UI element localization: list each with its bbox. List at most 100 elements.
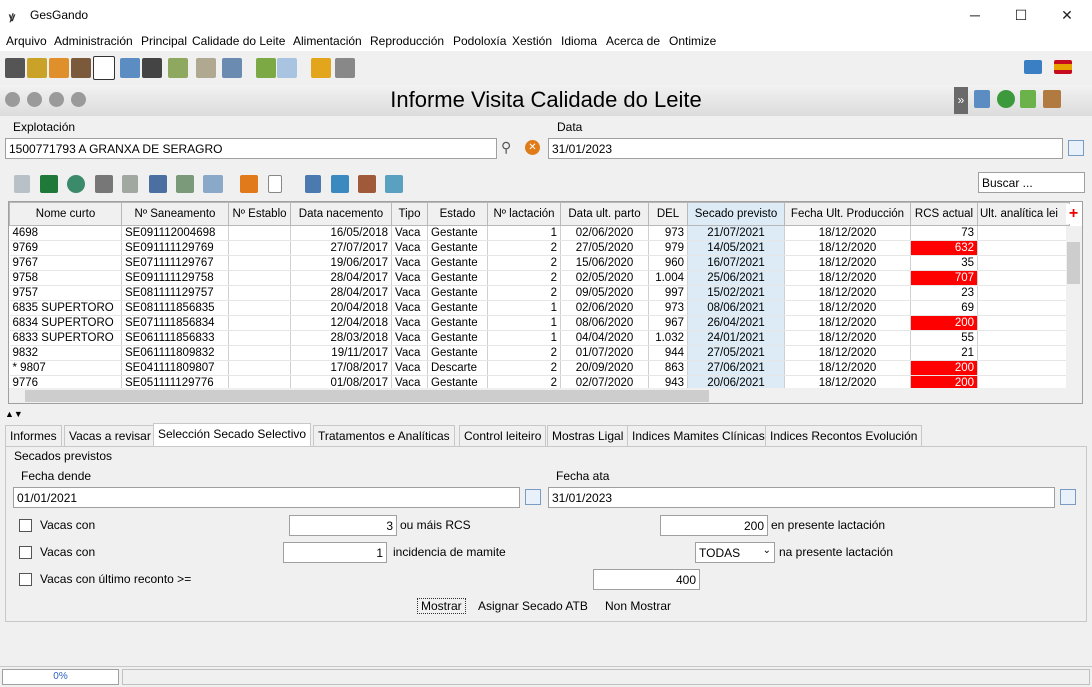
syringe-icon[interactable] <box>71 58 91 78</box>
add-document-icon[interactable] <box>122 175 138 193</box>
table-cell[interactable]: 01/07/2020 <box>560 345 649 361</box>
col-fecha-ult-produccion[interactable]: Fecha Ult. Producción <box>784 202 911 226</box>
cows-group-icon[interactable] <box>142 58 162 78</box>
table-cell[interactable]: Gestante <box>427 330 488 346</box>
table-cell[interactable]: Vaca <box>391 360 428 376</box>
table-row[interactable]: 6835 SUPERTORO SE081111856835 20/04/2018 Va… <box>9 300 1070 316</box>
table-cell[interactable]: 997 <box>648 285 688 301</box>
tab-vacas-a-revisar[interactable]: Vacas a revisar <box>64 425 156 446</box>
clear-icon[interactable]: ✕ <box>525 140 540 155</box>
asignar-secado-atb-button[interactable]: Asignar Secado ATB <box>478 599 588 613</box>
table-cell[interactable] <box>977 240 1070 256</box>
table-cell[interactable]: 08/06/2020 <box>560 315 649 331</box>
cow-icon[interactable] <box>5 58 25 78</box>
menu-reproduccion[interactable]: Reproducción <box>370 34 444 48</box>
minimize-button[interactable]: ─ <box>952 0 998 31</box>
table-cell[interactable]: 2 <box>487 255 561 271</box>
table-cell[interactable] <box>977 225 1070 241</box>
data-date-field[interactable]: 31/01/2023 <box>548 138 1063 159</box>
menu-xestion[interactable]: Xestión <box>512 34 552 48</box>
table-cell[interactable]: 17/08/2017 <box>290 360 392 376</box>
table-cell[interactable]: 2 <box>487 285 561 301</box>
table-cell[interactable]: Vaca <box>391 300 428 316</box>
table-cell[interactable] <box>228 285 291 301</box>
col-rcs-actual[interactable]: RCS actual <box>910 202 978 226</box>
mamite-count-field[interactable]: 1 <box>283 542 387 563</box>
chart-icon[interactable] <box>203 175 223 193</box>
table-cell[interactable]: 15/06/2020 <box>560 255 649 271</box>
col-saneamento[interactable]: Nº Saneamento <box>121 202 229 226</box>
table-cell[interactable]: SE071111856834 <box>121 315 229 331</box>
table-cell[interactable]: Vaca <box>391 225 428 241</box>
menu-calidade-do-leite[interactable]: Calidade do Leite <box>192 34 285 48</box>
col-establo[interactable]: Nº Establo <box>228 202 291 226</box>
tab-control-leiteiro[interactable]: Control leiteiro <box>459 425 547 446</box>
table-cell[interactable]: Descarte <box>427 360 488 376</box>
table-cell[interactable]: 18/12/2020 <box>784 270 911 286</box>
print-icon[interactable] <box>95 175 113 193</box>
table-cell[interactable]: 960 <box>648 255 688 271</box>
table-row[interactable]: 9757 SE081111129757 28/04/2017 Vaca Gestante… <box>9 285 1070 301</box>
filter-icon[interactable] <box>331 175 349 193</box>
table-cell[interactable]: Vaca <box>391 240 428 256</box>
col-data-ult-parto[interactable]: Data ult. parto <box>560 202 649 226</box>
table-cell[interactable]: 6833 SUPERTORO <box>9 330 122 346</box>
scroll-thumb[interactable] <box>25 390 709 402</box>
table-cell[interactable]: 28/04/2017 <box>290 270 392 286</box>
menu-acerca-de[interactable]: Acerca de <box>606 34 660 48</box>
table-cell[interactable]: 02/06/2020 <box>560 225 649 241</box>
fecha-dende-field[interactable]: 01/01/2021 <box>13 487 520 508</box>
table-cell[interactable]: Gestante <box>427 255 488 271</box>
table-cell[interactable]: 21 <box>910 345 978 361</box>
table-cell[interactable]: 15/02/2021 <box>687 285 785 301</box>
ultimo-reconto-field[interactable]: 400 <box>593 569 700 590</box>
mail-icon[interactable] <box>277 58 297 78</box>
table-cell[interactable]: 19/11/2017 <box>290 345 392 361</box>
fecha-ata-field[interactable]: 31/01/2023 <box>548 487 1055 508</box>
table-cell[interactable]: Gestante <box>427 225 488 241</box>
table-cell[interactable]: 2 <box>487 345 561 361</box>
table-cell[interactable]: Vaca <box>391 345 428 361</box>
table-cell[interactable]: 25/06/2021 <box>687 270 785 286</box>
table-row[interactable]: 9767 SE071111129767 19/06/2017 Vaca Gestante… <box>9 255 1070 271</box>
tab-seleccion-secado-selectivo[interactable]: Selección Secado Selectivo <box>153 423 312 446</box>
table-cell[interactable] <box>977 255 1070 271</box>
col-lactacion[interactable]: Nº lactación <box>487 202 561 226</box>
table-cell[interactable]: 4698 <box>9 225 122 241</box>
close-button[interactable]: ✕ <box>1044 0 1090 31</box>
table-cell[interactable]: 16/07/2021 <box>687 255 785 271</box>
vacas-con-rcs-checkbox[interactable] <box>19 519 32 532</box>
table-cell[interactable]: 27/07/2017 <box>290 240 392 256</box>
table-cell[interactable] <box>228 225 291 241</box>
table-cell[interactable] <box>977 360 1070 376</box>
table-row[interactable]: 6834 SUPERTORO SE071111856834 12/04/2018 Va… <box>9 315 1070 331</box>
table-cell[interactable]: 26/04/2021 <box>687 315 785 331</box>
table-cell[interactable]: 20/09/2020 <box>560 360 649 376</box>
table-cell[interactable] <box>977 285 1070 301</box>
image-icon[interactable] <box>385 175 403 193</box>
table-cell[interactable]: 632 <box>910 240 978 256</box>
ultimo-reconto-checkbox[interactable] <box>19 573 32 586</box>
table-cell[interactable] <box>228 360 291 376</box>
menu-idioma[interactable]: Idioma <box>561 34 597 48</box>
table-cell[interactable]: 1 <box>487 300 561 316</box>
explotacion-field[interactable]: 1500771793 A GRANXA DE SERAGRO <box>5 138 497 159</box>
table-cell[interactable]: 967 <box>648 315 688 331</box>
table-cell[interactable]: 14/05/2021 <box>687 240 785 256</box>
logout-icon[interactable] <box>335 58 355 78</box>
save-icon[interactable] <box>149 175 167 193</box>
connection-icon[interactable] <box>1024 60 1042 74</box>
table-cell[interactable]: 28/04/2017 <box>290 285 392 301</box>
table-cell[interactable]: SE081111856835 <box>121 300 229 316</box>
table-cell[interactable]: SE091111129769 <box>121 240 229 256</box>
col-secado-previsto[interactable]: Secado previsto <box>687 202 785 226</box>
table-cell[interactable]: 9757 <box>9 285 122 301</box>
table-cell[interactable]: SE071111129767 <box>121 255 229 271</box>
excel-icon[interactable] <box>40 175 58 193</box>
menu-arquivo[interactable]: Arquivo <box>6 34 47 48</box>
table-cell[interactable] <box>977 330 1070 346</box>
vertical-scrollbar[interactable] <box>1066 226 1082 388</box>
rcs-count-field[interactable]: 3 <box>289 515 397 536</box>
table-cell[interactable] <box>977 270 1070 286</box>
table-cell[interactable]: 18/12/2020 <box>784 285 911 301</box>
